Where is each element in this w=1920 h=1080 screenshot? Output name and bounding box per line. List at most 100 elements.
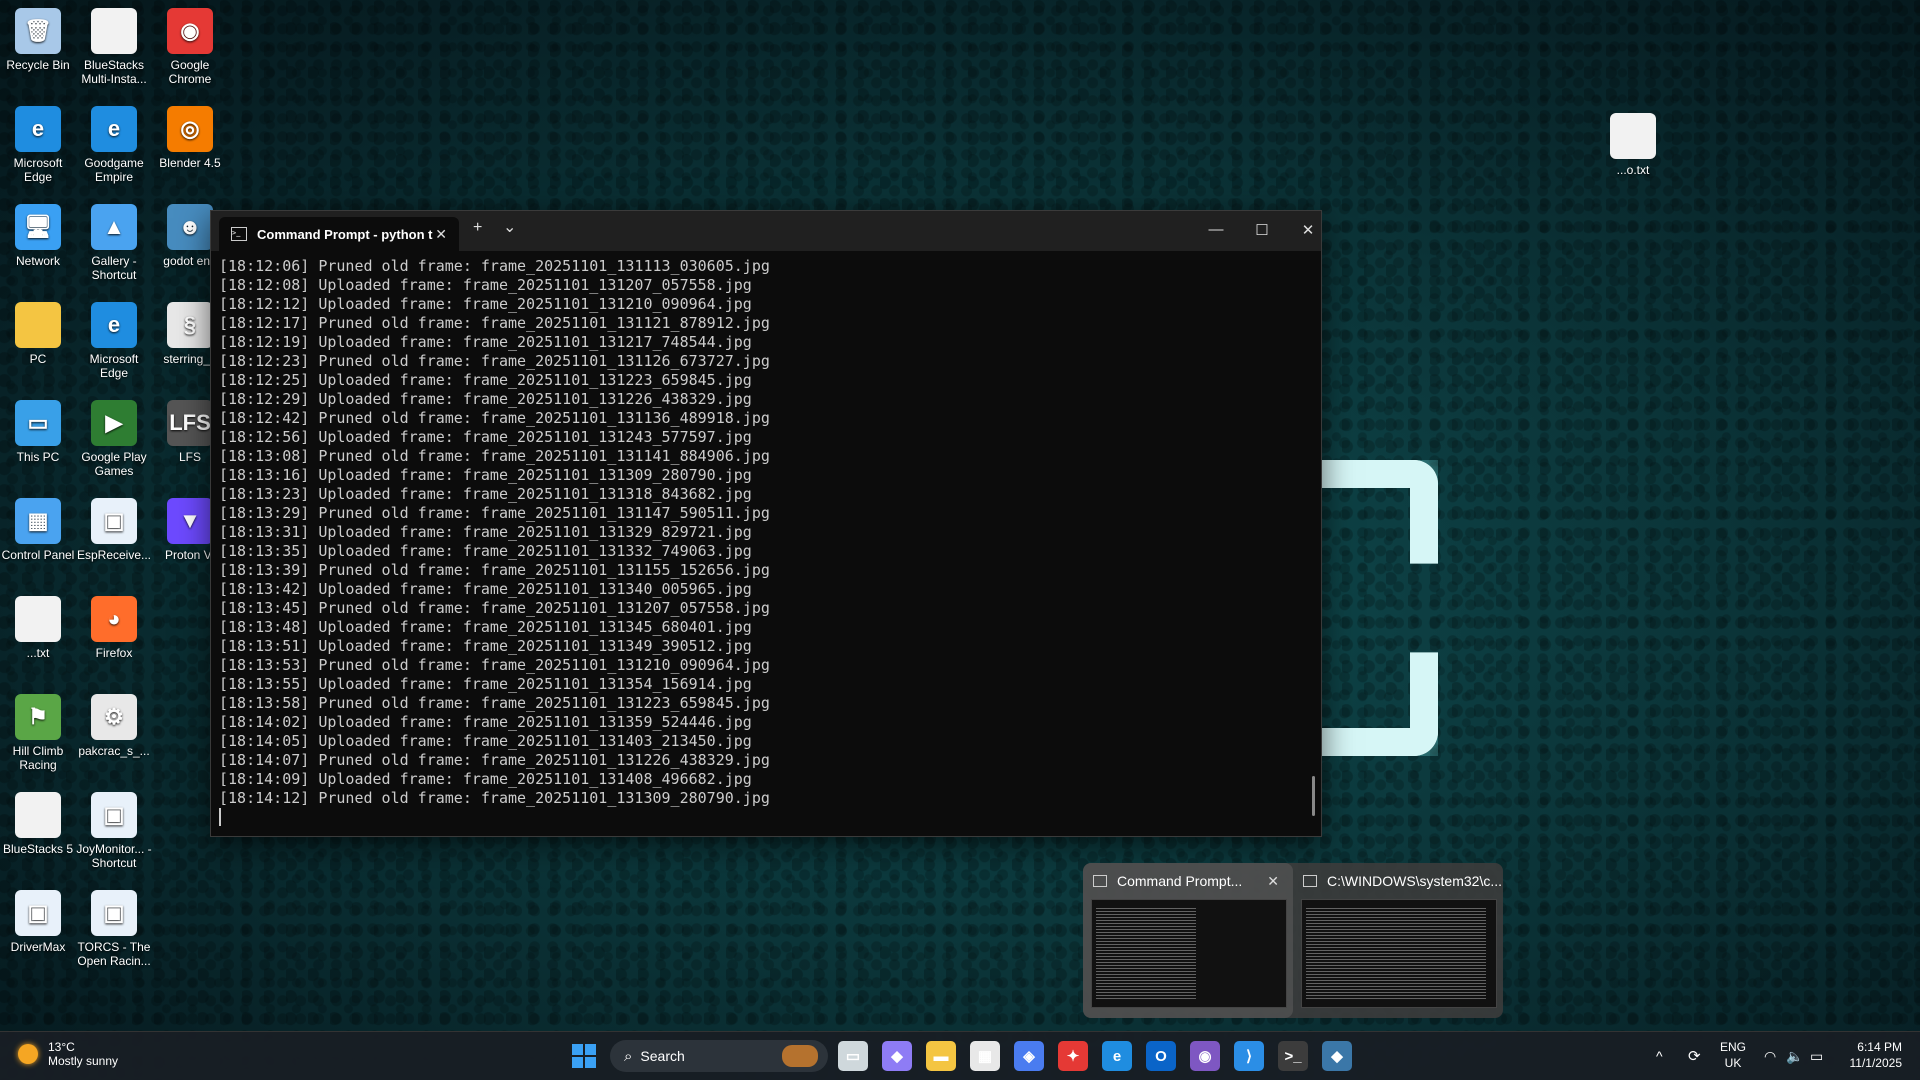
app-icon: ◉ — [167, 8, 213, 54]
desktop-icon[interactable]: ▣ EspReceive... — [76, 498, 152, 562]
desktop-icon[interactable]: ▣ TORCS - The Open Racin... — [76, 890, 152, 968]
desktop-icon[interactable]: BlueStacks Multi-Insta... — [76, 8, 152, 86]
taskbar-copilot-icon[interactable]: ◆ — [882, 1041, 912, 1071]
desktop-icon[interactable]: ⚙ pakcrac_s_... — [76, 694, 152, 758]
console-line: [18:14:07] Pruned old frame: frame_20251… — [219, 751, 770, 769]
desktop-icon[interactable]: ...o.txt — [1595, 113, 1671, 177]
preview-system32-cmd[interactable]: C:\WINDOWS\system32\c... — [1293, 863, 1503, 1018]
app-icon — [91, 8, 137, 54]
app-icon: ⚑ — [15, 694, 61, 740]
desktop-icon[interactable]: 🗑 Recycle Bin — [0, 8, 76, 72]
app-icon: ☻ — [167, 204, 213, 250]
desktop-icon-label: Microsoft Edge — [89, 352, 139, 380]
taskbar-app-purple-icon[interactable]: ◉ — [1190, 1041, 1220, 1071]
wifi-icon[interactable]: ◠ — [1764, 1032, 1776, 1080]
desktop-icon-label: Blender 4.5 — [159, 156, 221, 170]
search-label: Search — [640, 1048, 685, 1064]
desktop-icon-label: PC — [29, 352, 47, 366]
desktop-icon[interactable]: PC — [0, 302, 76, 366]
new-tab-button[interactable]: + — [473, 219, 482, 237]
desktop-icon[interactable]: ◎ Blender 4.5 — [152, 106, 228, 170]
clock[interactable]: 6:14 PM 11/1/2025 — [1850, 1039, 1903, 1071]
console-line: [18:12:56] Uploaded frame: frame_2025110… — [219, 428, 752, 446]
tab-command-prompt[interactable]: >_ Command Prompt - python t ✕ — [219, 217, 459, 251]
desktop-icon[interactable]: ▦ Control Panel — [0, 498, 76, 562]
weather-desc: Mostly sunny — [48, 1054, 119, 1068]
desktop-icon[interactable]: ▣ JoyMonitor... - Shortcut — [76, 792, 152, 870]
taskbar-terminal-icon[interactable]: >_ — [1278, 1041, 1308, 1071]
desktop-icon[interactable]: ▶ Google Play Games — [76, 400, 152, 478]
desktop-icon[interactable]: ▭ This PC — [0, 400, 76, 464]
terminal-titlebar[interactable]: >_ Command Prompt - python t ✕ + ⌄ — ☐ ✕ — [211, 211, 1321, 251]
desktop-icon[interactable]: 🖥 Network — [0, 204, 76, 268]
desktop-icon[interactable]: ▣ DriverMax — [0, 890, 76, 954]
taskbar-edge-icon[interactable]: e — [1102, 1041, 1132, 1071]
desktop-icon[interactable]: ⚑ Hill Climb Racing — [0, 694, 76, 772]
weather-temp: 13°C — [48, 1040, 75, 1054]
app-icon — [15, 302, 61, 348]
start-button[interactable] — [572, 1044, 596, 1068]
tray-chevron-icon[interactable]: ^ — [1656, 1032, 1663, 1080]
taskbar-task-view-icon[interactable]: ▭ — [838, 1041, 868, 1071]
app-icon: ▲ — [91, 204, 137, 250]
desktop-icon[interactable]: ◉ Google Chrome — [152, 8, 228, 86]
preview-command-prompt[interactable]: Command Prompt... ✕ — [1083, 863, 1293, 1018]
battery-icon[interactable]: ▭ — [1810, 1032, 1823, 1080]
taskbar-app-red-icon[interactable]: ✦ — [1058, 1041, 1088, 1071]
desktop-icon[interactable]: e Microsoft Edge — [76, 302, 152, 380]
desktop-icon[interactable]: ...txt — [0, 596, 76, 660]
desktop-icon-label: ...o.txt — [1616, 163, 1650, 177]
taskbar-python-icon[interactable]: ◆ — [1322, 1041, 1352, 1071]
desktop-icon[interactable]: ◕ Firefox — [76, 596, 152, 660]
language-indicator[interactable]: ENG UK — [1720, 1039, 1746, 1071]
desktop-icon-label: Network — [15, 254, 60, 268]
desktop-icon-label: Recycle Bin — [6, 58, 70, 72]
terminal-window[interactable]: >_ Command Prompt - python t ✕ + ⌄ — ☐ ✕… — [210, 210, 1322, 837]
search-box[interactable]: ⌕ Search — [610, 1040, 828, 1072]
console-line: [18:13:45] Pruned old frame: frame_20251… — [219, 599, 770, 617]
minimize-button[interactable]: — — [1201, 221, 1231, 238]
desktop-icon-label: BlueStacks Multi-Insta... — [81, 58, 147, 86]
app-icon: § — [167, 302, 213, 348]
desktop-icon-label: pakcrac_s_... — [78, 744, 150, 758]
maximize-button[interactable]: ☐ — [1247, 221, 1277, 239]
console-line: [18:14:12] Pruned old frame: frame_20251… — [219, 789, 770, 807]
app-icon — [15, 792, 61, 838]
console-output[interactable]: [18:12:06] Pruned old frame: frame_20251… — [211, 251, 1321, 831]
search-icon: ⌕ — [624, 1047, 633, 1065]
desktop-icon[interactable]: e Microsoft Edge — [0, 106, 76, 184]
app-icon: ▭ — [15, 400, 61, 446]
tab-close-icon[interactable]: ✕ — [435, 226, 447, 243]
desktop-icon[interactable]: BlueStacks 5 — [0, 792, 76, 856]
desktop-icon-label: EspReceive... — [76, 548, 152, 562]
console-line: [18:14:05] Uploaded frame: frame_2025110… — [219, 732, 752, 750]
desktop-icon-label: Google Play Games — [81, 450, 147, 478]
weather-widget[interactable]: 13°C Mostly sunny — [18, 1040, 118, 1068]
taskbar-previews: Command Prompt... ✕ C:\WINDOWS\system32\… — [1083, 863, 1503, 1018]
taskbar-file-explorer-icon[interactable]: ▬ — [926, 1041, 956, 1071]
tab-title: Command Prompt - python t — [257, 226, 433, 242]
tab-dropdown-button[interactable]: ⌄ — [503, 217, 516, 237]
sync-icon[interactable]: ⟳ — [1688, 1032, 1701, 1080]
volume-icon[interactable]: 🔈 — [1786, 1032, 1803, 1080]
preview-close-icon[interactable]: ✕ — [1267, 873, 1279, 890]
console-line: [18:13:08] Pruned old frame: frame_20251… — [219, 447, 770, 465]
close-button[interactable]: ✕ — [1293, 221, 1323, 239]
app-icon: ▦ — [15, 498, 61, 544]
taskbar-app-blue-shield-icon[interactable]: ◈ — [1014, 1041, 1044, 1071]
clock-time: 6:14 PM — [1857, 1040, 1902, 1054]
app-icon — [1610, 113, 1656, 159]
desktop-icon-label: Control Panel — [1, 548, 75, 562]
desktop-icon[interactable]: ▲ Gallery - Shortcut — [76, 204, 152, 282]
console-line: [18:13:42] Uploaded frame: frame_2025110… — [219, 580, 752, 598]
lang-region: UK — [1724, 1056, 1742, 1070]
taskbar-vscode-icon[interactable]: ⟩ — [1234, 1041, 1264, 1071]
preview-title: Command Prompt... — [1117, 873, 1243, 889]
desktop-icon[interactable]: e Goodgame Empire — [76, 106, 152, 184]
scrollbar-thumb[interactable] — [1312, 776, 1315, 816]
text-cursor — [219, 808, 221, 826]
terminal-icon — [1093, 875, 1107, 887]
taskbar-microsoft-store-icon[interactable]: ▦ — [970, 1041, 1000, 1071]
console-line: [18:13:53] Pruned old frame: frame_20251… — [219, 656, 770, 674]
taskbar-outlook-icon[interactable]: O — [1146, 1041, 1176, 1071]
